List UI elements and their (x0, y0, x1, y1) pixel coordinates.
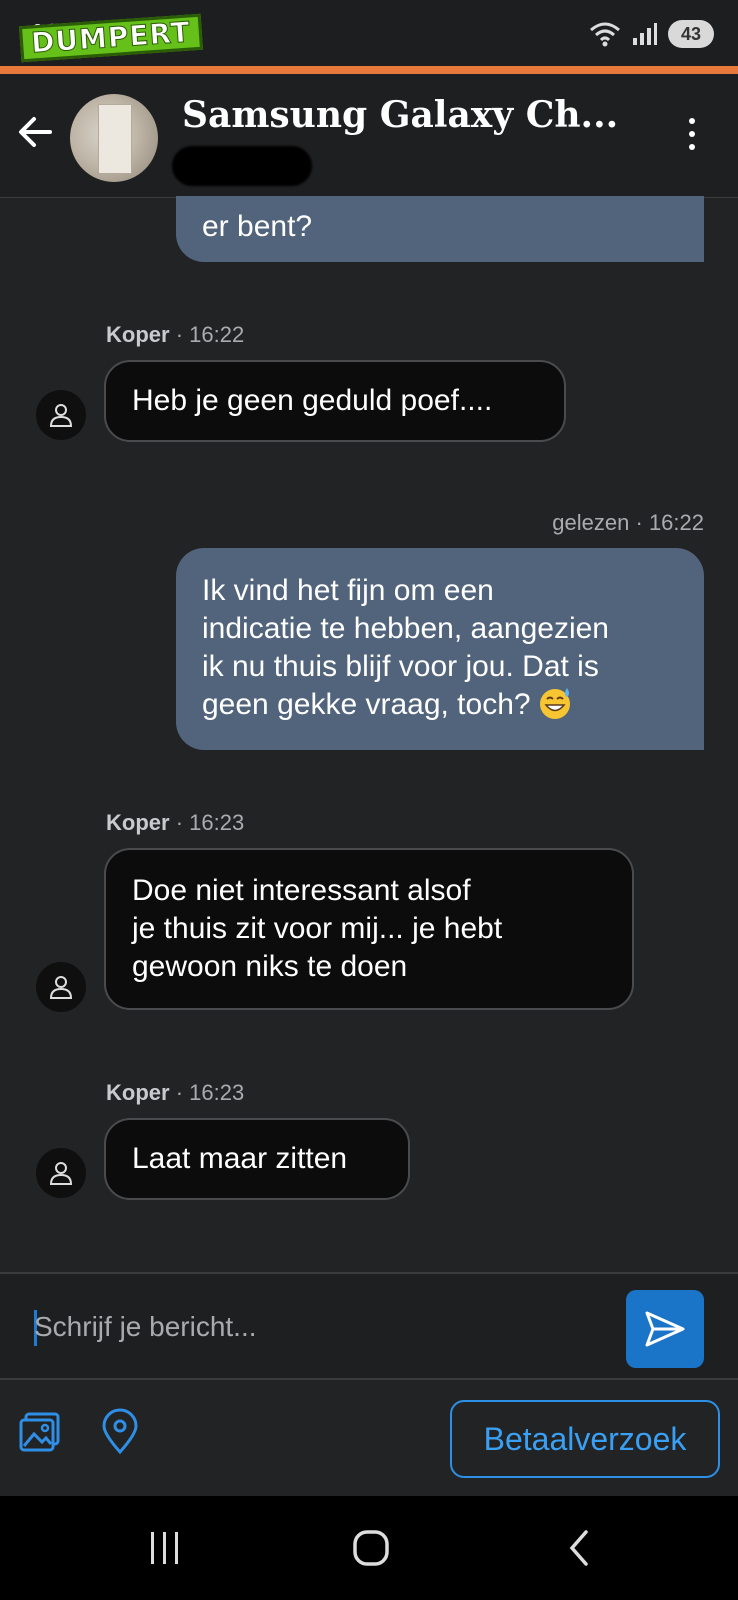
status-bar: 16:23 DUMPERT 43 (0, 0, 738, 68)
payment-request-button[interactable]: Betaalverzoek (450, 1400, 720, 1478)
location-pin-icon[interactable] (98, 1408, 142, 1456)
grinning-sweat-emoji (539, 688, 570, 719)
message-meta: Koper · 16:23 (106, 1080, 245, 1105)
user-icon (49, 1162, 73, 1185)
sender-name: Koper (106, 322, 170, 347)
back-arrow-icon[interactable] (14, 110, 58, 154)
chat-title[interactable]: Samsung Galaxy Ch... (182, 94, 618, 136)
message-bubble-incoming: Heb je geen geduld poef.... (104, 360, 566, 442)
home-icon[interactable] (346, 1526, 396, 1570)
message-text: je thuis zit voor mij... je hebt (132, 912, 503, 945)
message-bubble-incoming: Laat maar zitten (104, 1118, 410, 1200)
image-icon[interactable] (18, 1408, 62, 1456)
message-bubble-incoming: Doe niet interessant alsof je thuis zit … (104, 848, 634, 1010)
read-status: gelezen (552, 510, 630, 535)
message-meta: gelezen · 16:22 (552, 510, 704, 535)
redacted-subtitle (172, 146, 312, 186)
user-avatar[interactable] (36, 1148, 86, 1198)
message-time: 16:23 (189, 1080, 245, 1105)
message-time: 16:22 (648, 510, 704, 535)
chat-header: Samsung Galaxy Ch... (0, 74, 738, 198)
back-icon[interactable] (554, 1526, 604, 1570)
user-avatar[interactable] (36, 962, 86, 1012)
message-text: indicatie te hebben, aangezien (202, 612, 609, 645)
more-vertical-icon[interactable] (686, 118, 698, 158)
chat-screen: 16:23 DUMPERT 43 Samsung Galaxy Ch... (0, 0, 738, 1600)
status-icons: 43 (588, 20, 714, 48)
message-text: Doe niet interessant alsof (132, 874, 471, 907)
message-text: geen gekke vraag, toch? (202, 688, 531, 721)
system-navigation-bar (0, 1496, 738, 1600)
battery-icon: 43 (668, 20, 714, 48)
message-composer: Schrijf je bericht... (0, 1272, 738, 1380)
user-icon (49, 404, 73, 427)
message-text: er bent? (202, 210, 313, 243)
message-meta: Koper · 16:22 (106, 322, 245, 347)
message-text: gewoon niks te doen (132, 950, 408, 983)
send-icon (645, 1311, 685, 1347)
message-time: 16:23 (189, 810, 245, 835)
user-avatar[interactable] (36, 390, 86, 440)
sender-name: Koper (106, 810, 170, 835)
message-time: 16:22 (189, 322, 245, 347)
recent-apps-icon[interactable] (140, 1526, 190, 1570)
message-text: Laat maar zitten (132, 1142, 348, 1175)
message-bubble-outgoing: er bent? (176, 196, 704, 262)
listing-avatar[interactable] (70, 94, 158, 182)
message-text: Heb je geen geduld poef.... (132, 384, 493, 417)
message-bubble-outgoing: Ik vind het fijn om een indicatie te heb… (176, 548, 704, 750)
status-accent-line (0, 66, 738, 74)
send-button[interactable] (626, 1290, 704, 1368)
message-input[interactable]: Schrijf je bericht... (34, 1302, 594, 1352)
user-icon (49, 976, 73, 999)
message-text: Ik vind het fijn om een (202, 574, 494, 607)
signal-icon (633, 23, 657, 45)
composer-toolbar: Betaalverzoek (0, 1380, 738, 1496)
sender-name: Koper (106, 1080, 170, 1105)
message-meta: Koper · 16:23 (106, 810, 245, 835)
wifi-icon (590, 22, 620, 47)
message-text: ik nu thuis blijf voor jou. Dat is (202, 650, 599, 683)
